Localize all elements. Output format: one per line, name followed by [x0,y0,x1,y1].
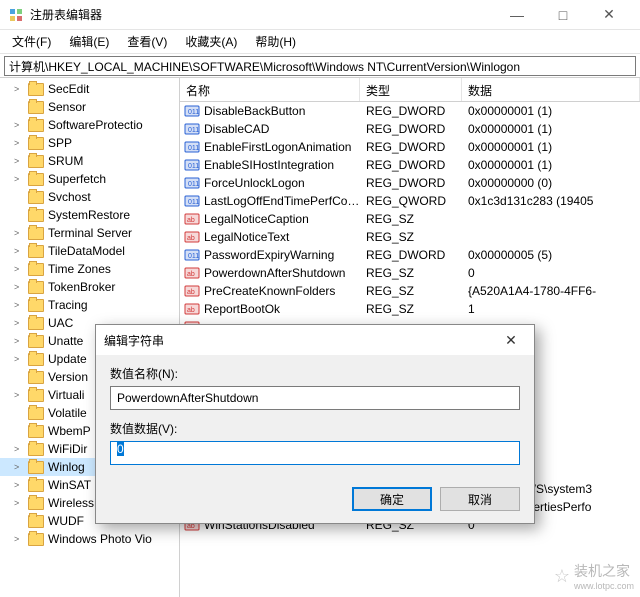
list-row[interactable]: LegalNoticeCaptionREG_SZ [180,210,640,228]
list-row[interactable]: LastLogOffEndTimePerfCo…REG_QWORD0x1c3d1… [180,192,640,210]
list-row[interactable]: PasswordExpiryWarningREG_DWORD0x00000005… [180,246,640,264]
tree-item[interactable]: >SecEdit [0,80,179,98]
tree-item[interactable]: >SPP [0,134,179,152]
value-data-input[interactable]: 0 [110,441,520,465]
tree-item[interactable]: >Superfetch [0,170,179,188]
list-row[interactable]: LegalNoticeTextREG_SZ [180,228,640,246]
list-row[interactable]: ForceUnlockLogonREG_DWORD0x00000000 (0) [180,174,640,192]
value-name-label: 数值名称(N): [110,365,520,382]
list-row[interactable]: DisableCADREG_DWORD0x00000001 (1) [180,120,640,138]
menu-help[interactable]: 帮助(H) [247,31,304,52]
dialog-close-button[interactable]: ✕ [496,332,526,349]
list-row[interactable]: PreCreateKnownFoldersREG_SZ{A520A1A4-178… [180,282,640,300]
tree-item[interactable]: >Time Zones [0,260,179,278]
dialog-title: 编辑字符串 [104,332,496,349]
tree-item[interactable]: SystemRestore [0,206,179,224]
app-icon [8,7,24,23]
col-name[interactable]: 名称 [180,78,360,101]
tree-item[interactable]: >SRUM [0,152,179,170]
value-data-label: 数值数据(V): [110,420,520,437]
value-name-input[interactable] [110,386,520,410]
list-row[interactable]: EnableSIHostIntegrationREG_DWORD0x000000… [180,156,640,174]
menu-favorites[interactable]: 收藏夹(A) [177,31,245,52]
tree-item[interactable]: >Terminal Server [0,224,179,242]
list-row[interactable]: ReportBootOkREG_SZ1 [180,300,640,318]
col-type[interactable]: 类型 [360,78,462,101]
menu-edit[interactable]: 编辑(E) [61,31,117,52]
path-input[interactable] [4,56,636,76]
titlebar: 注册表编辑器 — □ ✕ [0,0,640,30]
menu-view[interactable]: 查看(V) [119,31,175,52]
ok-button[interactable]: 确定 [352,487,432,511]
menubar: 文件(F) 编辑(E) 查看(V) 收藏夹(A) 帮助(H) [0,30,640,54]
maximize-button[interactable]: □ [540,0,586,30]
tree-item[interactable]: Sensor [0,98,179,116]
tree-item[interactable]: >SoftwareProtectio [0,116,179,134]
close-button[interactable]: ✕ [586,0,632,30]
tree-item[interactable]: Svchost [0,188,179,206]
col-data[interactable]: 数据 [462,78,640,101]
minimize-button[interactable]: — [494,0,540,30]
list-header: 名称 类型 数据 [180,78,640,102]
menu-file[interactable]: 文件(F) [4,31,59,52]
tree-item[interactable]: >TokenBroker [0,278,179,296]
edit-string-dialog: 编辑字符串 ✕ 数值名称(N): 数值数据(V): 0 确定 取消 [95,324,535,524]
tree-item[interactable]: >TileDataModel [0,242,179,260]
list-row[interactable]: EnableFirstLogonAnimationREG_DWORD0x0000… [180,138,640,156]
window-title: 注册表编辑器 [30,6,494,23]
cancel-button[interactable]: 取消 [440,487,520,511]
address-bar [0,54,640,78]
tree-item[interactable]: >Windows Photo Vio [0,530,179,548]
tree-item[interactable]: >Tracing [0,296,179,314]
list-row[interactable]: DisableBackButtonREG_DWORD0x00000001 (1) [180,102,640,120]
list-row[interactable]: PowerdownAfterShutdownREG_SZ0 [180,264,640,282]
